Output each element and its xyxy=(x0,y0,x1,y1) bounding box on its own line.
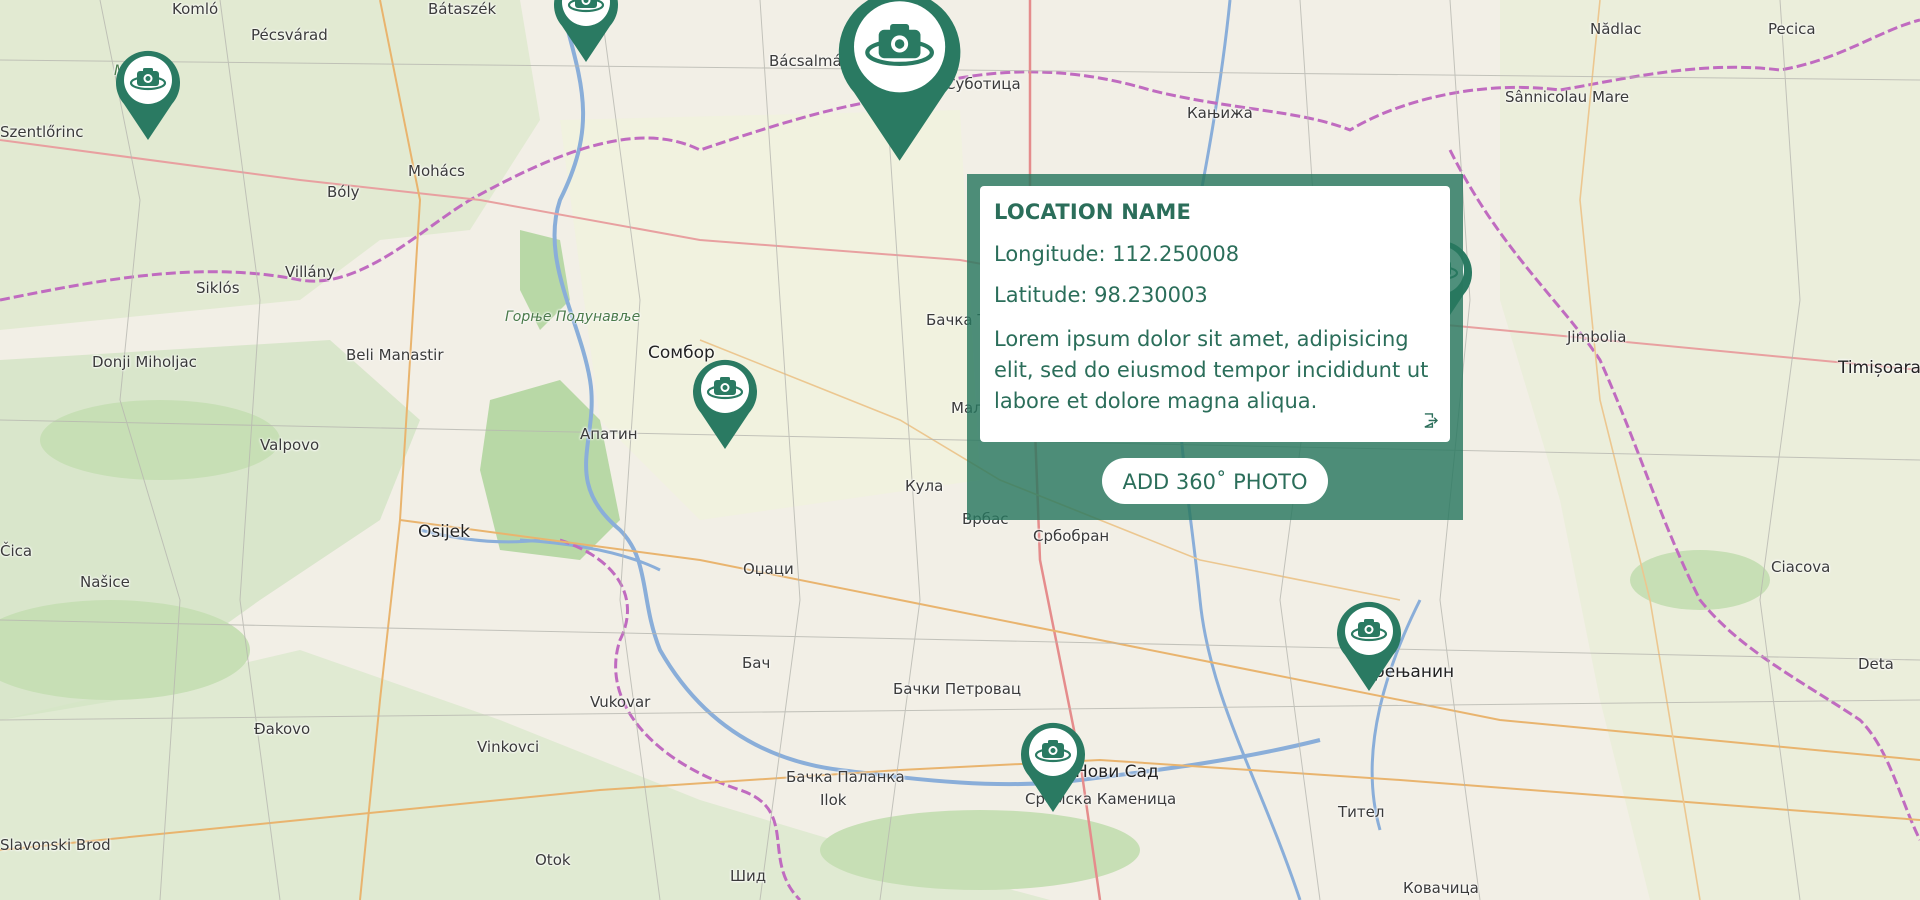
place-label: Timișoara xyxy=(1838,358,1920,378)
place-label: Valpovo xyxy=(260,436,320,454)
place-label: Нови Сад xyxy=(1075,762,1159,782)
place-label: Komló xyxy=(172,0,219,18)
photo-marker[interactable] xyxy=(552,0,620,62)
place-label: Deta xyxy=(1858,655,1894,673)
open-link-icon[interactable] xyxy=(1423,413,1439,432)
photo-marker[interactable] xyxy=(1019,720,1087,812)
place-label: Бач xyxy=(742,654,771,672)
place-label: Vinkovci xyxy=(477,738,540,756)
place-label: Osijek xyxy=(418,522,470,542)
place-label: Bóly xyxy=(327,183,360,201)
place-label: Ilok xyxy=(820,791,847,809)
place-label: Bátaszék xyxy=(428,0,497,18)
place-label: Našice xyxy=(80,573,130,591)
place-label: Nădlac xyxy=(1590,20,1642,38)
place-label: Pecica xyxy=(1768,20,1816,38)
location-name: LOCATION NAME xyxy=(994,200,1192,224)
add-360-photo-button[interactable]: ADD 360˚ PHOTO xyxy=(1102,458,1328,504)
place-label: Otok xyxy=(535,851,571,869)
latitude-text: Latitude: 98.230003 xyxy=(994,283,1208,307)
place-label: Србобран xyxy=(1033,527,1110,545)
place-label: Горње Подунавље xyxy=(505,309,641,325)
photo-marker[interactable] xyxy=(691,357,759,449)
location-popup: LOCATION NAME Longitude: 112.250008 Lati… xyxy=(967,174,1463,520)
place-label: Тител xyxy=(1338,803,1385,821)
location-description: Lorem ipsum dolor sit amet, adipisicing … xyxy=(994,327,1429,413)
place-label: Mohács xyxy=(408,162,465,180)
place-label: Slavonski Brod xyxy=(0,836,111,854)
place-label: Оџаци xyxy=(743,560,794,578)
place-label: Pécsvárad xyxy=(251,26,328,44)
photo-marker[interactable] xyxy=(1335,599,1403,691)
photo-marker[interactable] xyxy=(835,0,964,161)
place-label: Beli Manastir xyxy=(346,346,444,364)
popup-card: LOCATION NAME Longitude: 112.250008 Lati… xyxy=(980,186,1450,442)
place-label: Бачка Паланка xyxy=(786,768,905,786)
place-label: Donji Miholjac xyxy=(92,353,197,371)
place-label: Шид xyxy=(730,867,767,885)
place-label: Ciacova xyxy=(1771,558,1831,576)
place-label: Апатин xyxy=(580,425,638,443)
place-label: Бачки Петровац xyxy=(893,680,1022,698)
longitude-text: Longitude: 112.250008 xyxy=(994,242,1240,266)
photo-marker[interactable] xyxy=(114,48,182,141)
place-label: Čica xyxy=(0,542,33,560)
place-label: Villány xyxy=(285,263,336,281)
place-label: Siklós xyxy=(196,279,240,297)
place-label: Jimbolia xyxy=(1567,328,1627,346)
place-label: Đakovo xyxy=(254,720,311,738)
place-label: Vukovar xyxy=(590,693,651,711)
place-label: Ковачица xyxy=(1403,879,1479,897)
place-label: Кула xyxy=(905,477,944,495)
place-label: Sânnicolau Mare xyxy=(1505,88,1630,106)
place-label: Кањижа xyxy=(1187,104,1253,122)
place-label: Szentlőrinc xyxy=(0,123,84,141)
